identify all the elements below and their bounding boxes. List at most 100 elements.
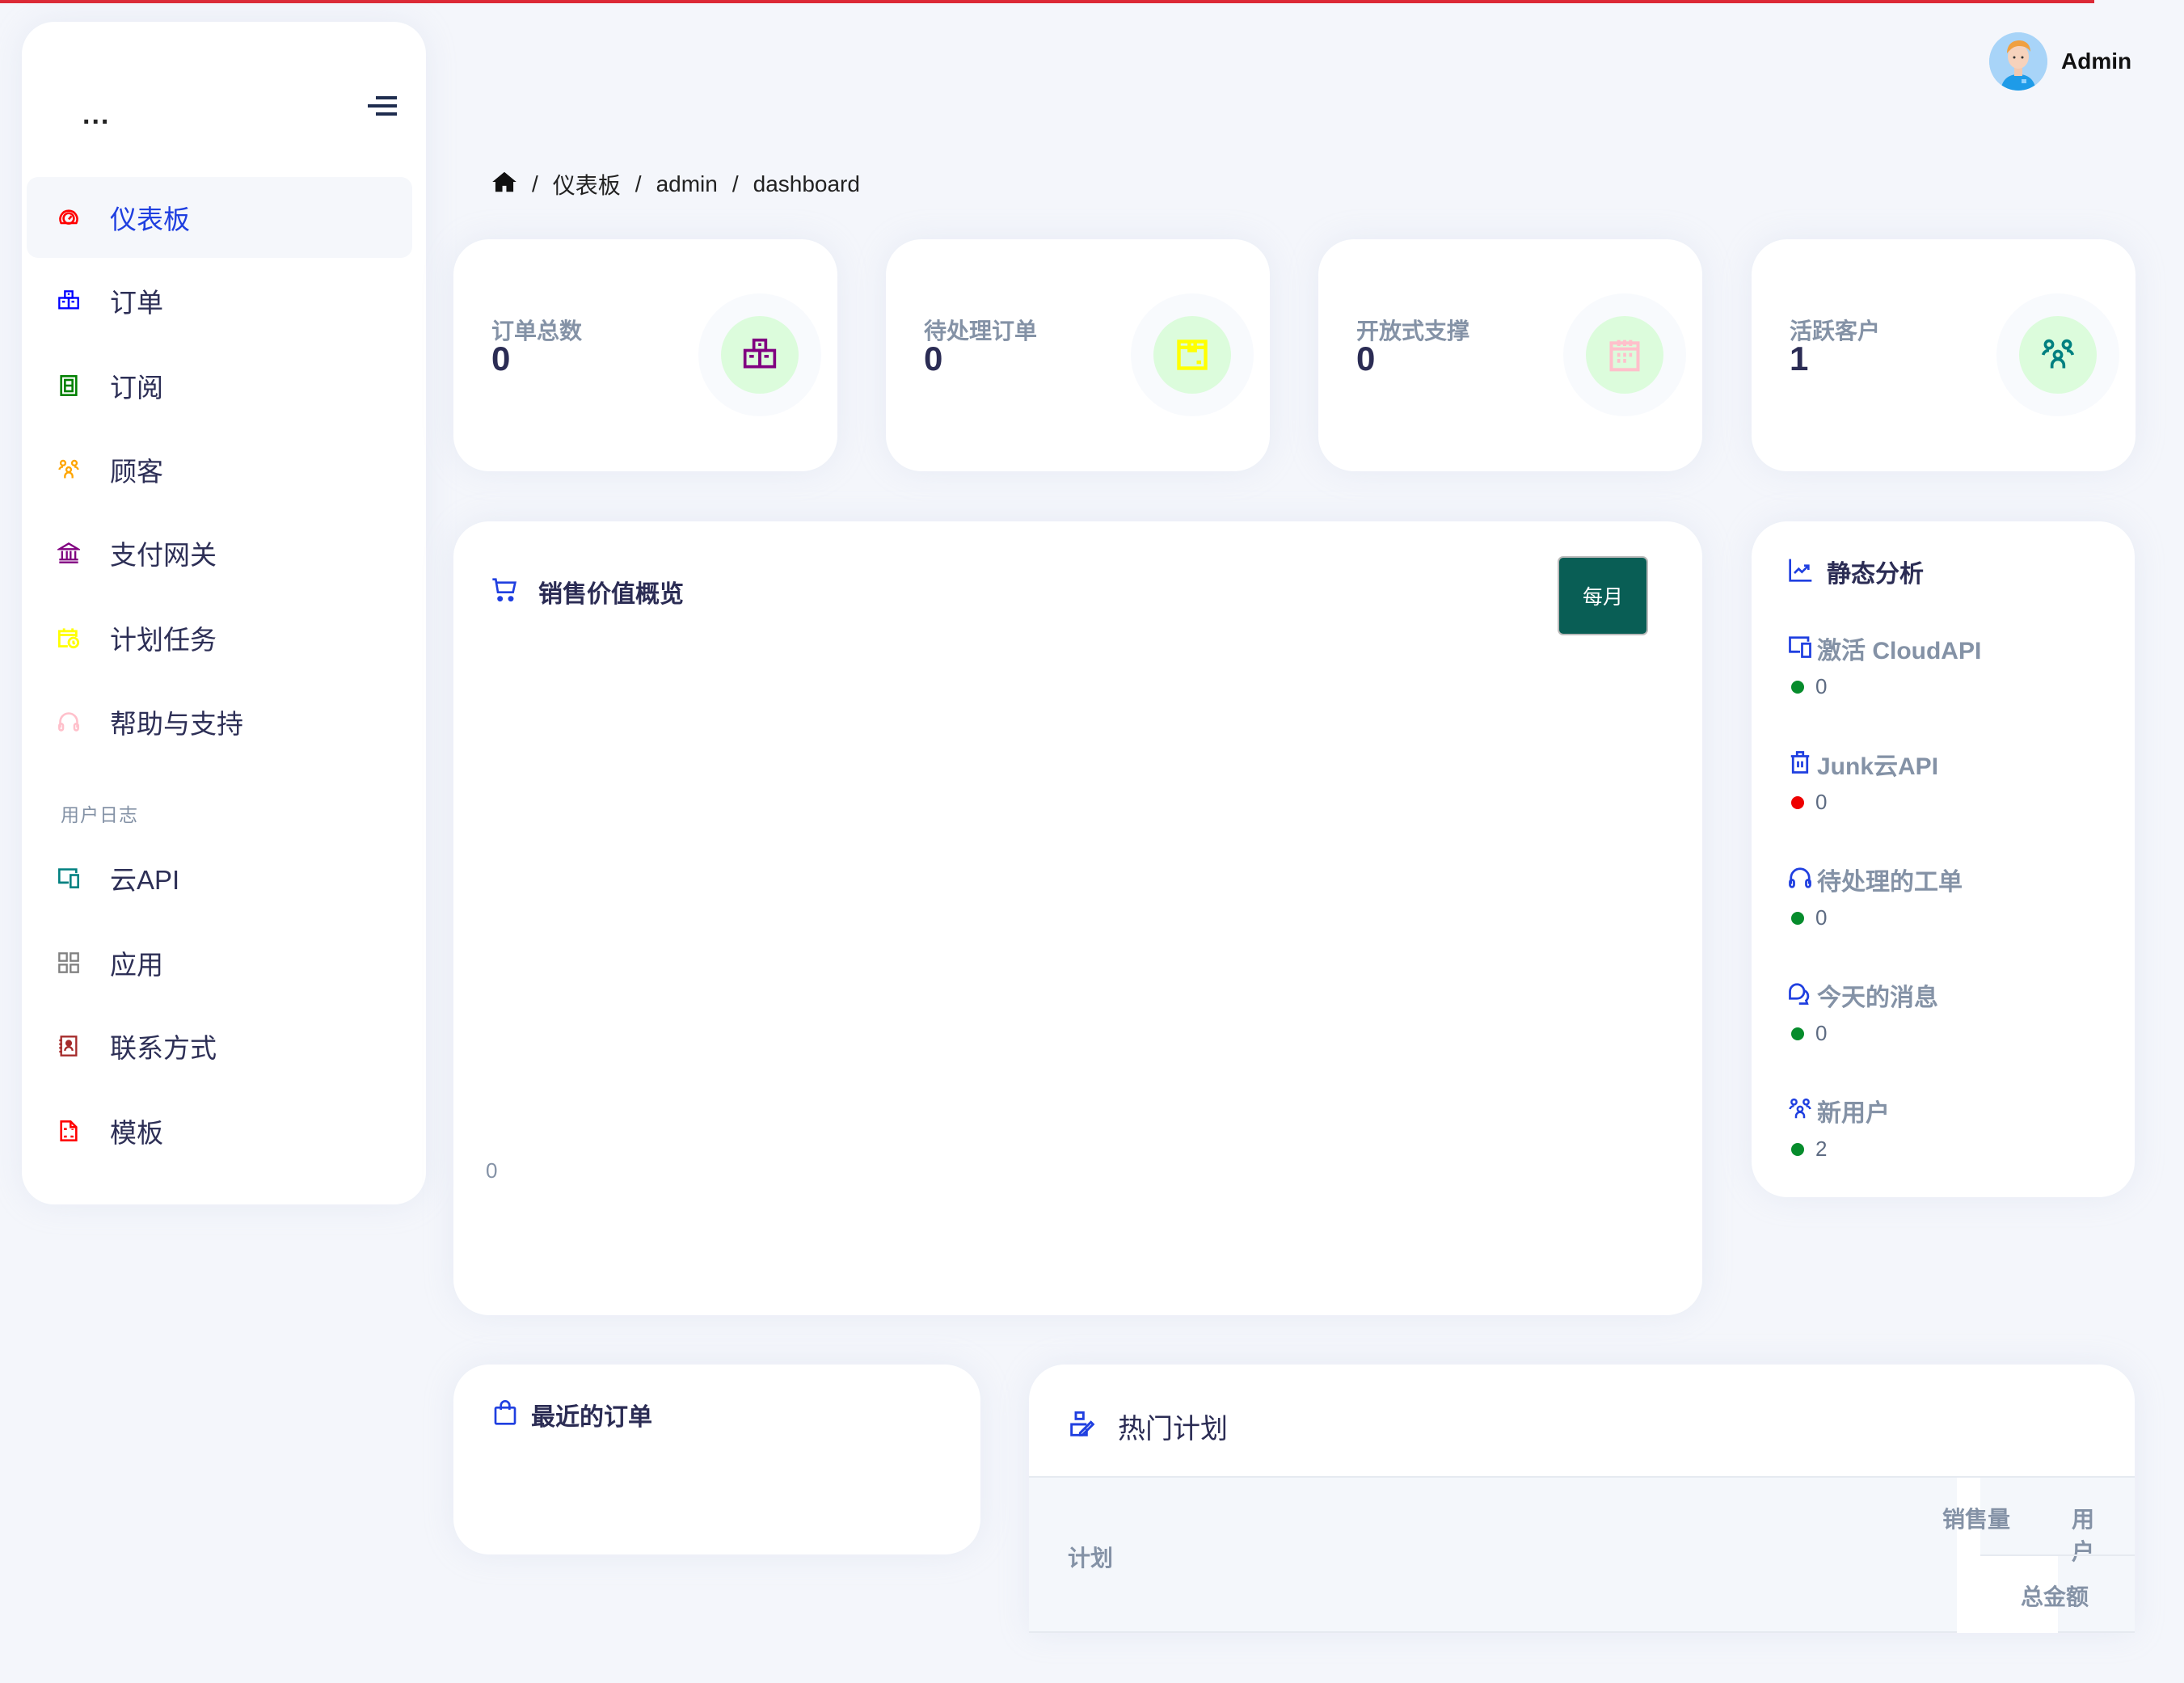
sidebar-item-dashboard[interactable]: 仪表板: [27, 177, 412, 258]
card-header: 热门计划: [1069, 1407, 1228, 1446]
sidebar-item-help-support[interactable]: 帮助与支持: [27, 681, 412, 762]
contact-book-icon: [57, 1034, 81, 1058]
hot-plans-card: 热门计划 计划 销售量 用户 总金额: [1029, 1365, 2135, 1633]
breadcrumb-item-admin[interactable]: admin: [656, 171, 718, 197]
breadcrumb-item-dashboard[interactable]: 仪表板: [553, 168, 621, 200]
users-icon: [1788, 1097, 1812, 1125]
sidebar-item-subscriptions[interactable]: 订阅: [27, 345, 412, 426]
column-header-plan[interactable]: 计划: [1068, 1541, 1113, 1573]
stat-value: 0: [1356, 340, 1376, 378]
sales-chart: 0: [486, 683, 1666, 1249]
sidebar-item-label: 联系方式: [110, 1033, 217, 1063]
sidebar-item-payment-gateway[interactable]: 支付网关: [27, 512, 412, 593]
card-title: 热门计划: [1118, 1414, 1228, 1445]
shopping-bag-icon: [492, 1399, 518, 1430]
card-title: 销售价值概览: [538, 581, 684, 608]
users-icon: [2019, 316, 2097, 394]
card-title: 最近的订单: [531, 1404, 652, 1431]
sidebar-item-orders[interactable]: 订单: [27, 260, 412, 341]
analysis-value: 0: [1815, 905, 1828, 930]
sidebar-item-label: 模板: [110, 1118, 163, 1148]
analysis-item-pending-tickets: 待处理的工单 0: [1788, 862, 1963, 930]
breadcrumb-separator: /: [532, 171, 538, 196]
cart-icon: [491, 577, 517, 607]
home-icon[interactable]: [491, 170, 517, 200]
analysis-value: 0: [1815, 790, 1828, 814]
analysis-item-junk-cloudapi: Junk云API 0: [1788, 746, 1938, 815]
card-header: 销售价值概览: [491, 574, 684, 610]
breadcrumb-item-current: dashboard: [753, 171, 860, 196]
boxes-icon: [721, 316, 799, 394]
sidebar-item-label: 帮助与支持: [110, 709, 243, 739]
analysis-label: 待处理的工单: [1817, 869, 1963, 896]
breadcrumb-separator: /: [635, 171, 642, 196]
users-icon: [57, 458, 81, 482]
sidebar-item-scheduled-tasks[interactable]: 计划任务: [27, 597, 412, 678]
column-header-sales[interactable]: 销售量: [1942, 1502, 2010, 1534]
menu-toggle-icon[interactable]: [368, 95, 397, 117]
status-dot: [1791, 795, 1804, 809]
analysis-label: 新用户: [1817, 1100, 1890, 1127]
sidebar-item-customers[interactable]: 顾客: [27, 429, 412, 510]
analysis-item-active-cloudapi: 激活 CloudAPI 0: [1788, 631, 1981, 699]
status-dot: [1791, 1027, 1804, 1040]
headset-icon: [57, 710, 81, 734]
period-monthly-button[interactable]: 每月: [1558, 556, 1648, 635]
card-header: 最近的订单: [492, 1397, 652, 1432]
sidebar-item-label: 云API: [110, 865, 180, 895]
analysis-label: 激活 CloudAPI: [1817, 638, 1982, 664]
y-tick-label: 0: [486, 1158, 497, 1183]
stat-card-pending-orders: 待处理订单 0: [886, 239, 1270, 471]
breadcrumb-separator: /: [732, 171, 739, 196]
column-header-users[interactable]: 用户: [2055, 1502, 2094, 1567]
recent-orders-card: 最近的订单: [453, 1365, 980, 1554]
sidebar-item-label: 应用: [110, 950, 163, 980]
stat-card-active-customers: 活跃客户 1: [1752, 239, 2136, 471]
status-dot: [1791, 680, 1804, 694]
trash-icon: [1788, 750, 1812, 778]
headset-icon: [1788, 866, 1812, 894]
sidebar-item-label: 订阅: [110, 373, 163, 403]
sidebar-section-title: 用户日志: [61, 804, 138, 825]
sidebar: ... 仪表板 订单 订阅 顾客 支付网关 计划任务 帮助与支持 用户日志 云A…: [22, 22, 426, 1204]
sidebar-logo-placeholder: ...: [82, 99, 111, 130]
sidebar-item-apps[interactable]: 应用: [27, 922, 412, 1003]
analysis-label: 今天的消息: [1817, 985, 1938, 1011]
breadcrumb: / 仪表板 / admin / dashboard: [491, 168, 860, 200]
sidebar-item-contacts[interactable]: 联系方式: [27, 1006, 412, 1086]
user-avatar[interactable]: [1989, 32, 2047, 91]
stat-value: 0: [491, 340, 511, 378]
sidebar-item-cloud-api[interactable]: 云API: [27, 837, 412, 918]
sidebar-item-label: 订单: [110, 288, 163, 318]
plan-edit-icon: [1069, 1411, 1095, 1441]
stat-card-total-orders: 订单总数 0: [453, 239, 837, 471]
analysis-value: 2: [1815, 1137, 1828, 1161]
status-dot: [1791, 911, 1804, 925]
page-loading-bar: [0, 0, 2094, 3]
column-header-total[interactable]: 总金额: [2021, 1580, 2089, 1612]
sales-overview-card: 销售价值概览 每月 0: [453, 521, 1702, 1315]
sidebar-item-label: 仪表板: [110, 205, 190, 234]
devices-icon: [57, 866, 81, 890]
template-file-icon: [57, 1119, 81, 1143]
subscription-icon: [57, 373, 81, 398]
stat-card-open-support: 开放式支撑 0: [1318, 239, 1702, 471]
sidebar-item-templates[interactable]: 模板: [27, 1090, 412, 1171]
devices-icon: [1788, 635, 1812, 663]
boxes-icon: [57, 289, 81, 313]
status-dot: [1791, 1142, 1804, 1156]
header-divider: [1980, 1554, 2135, 1556]
sidebar-item-label: 支付网关: [110, 540, 217, 570]
analysis-item-new-users: 新用户 2: [1788, 1093, 1890, 1162]
card-title: 静态分析: [1827, 561, 1924, 588]
dashboard-gauge-icon: [57, 205, 81, 230]
stat-value: 1: [1790, 340, 1809, 378]
static-analysis-card: 静态分析 激活 CloudAPI 0 Junk云API 0 待处理的工单 0 今…: [1752, 521, 2135, 1197]
apps-grid-icon: [57, 951, 81, 975]
chat-icon: [1788, 981, 1812, 1010]
user-name[interactable]: Admin: [2061, 49, 2131, 74]
plans-table-header: 计划 销售量 用户 总金额: [1029, 1476, 2135, 1633]
sidebar-item-label: 顾客: [110, 457, 163, 487]
stat-value: 0: [924, 340, 943, 378]
analysis-label: Junk云API: [1817, 753, 1939, 780]
